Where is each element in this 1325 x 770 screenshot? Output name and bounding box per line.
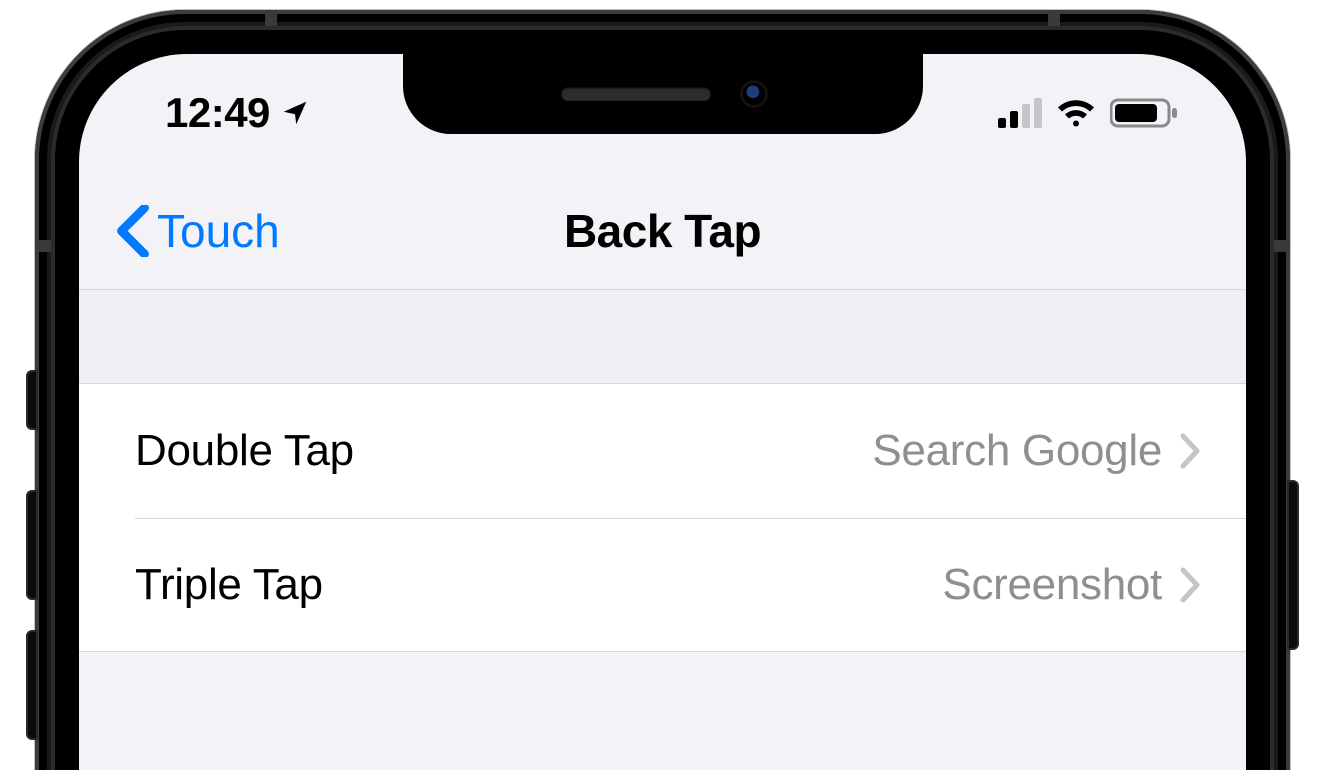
screen: 12:49 [79,54,1246,770]
section-gap [79,290,1246,384]
wifi-icon [1056,98,1096,128]
back-button-label: Touch [157,204,280,258]
volume-up-button [26,490,38,600]
front-camera [743,83,765,105]
page-title: Back Tap [564,204,761,258]
earpiece-speaker [561,87,711,101]
device-frame: 12:49 [35,10,1290,770]
row-triple-tap[interactable]: Triple Tap Screenshot [79,518,1246,652]
device-notch [403,54,923,134]
chevron-left-icon [115,205,151,257]
settings-list: Double Tap Search Google Triple Tap Scre… [79,384,1246,652]
chevron-right-icon [1180,433,1202,469]
navigation-bar: Touch Back Tap [79,172,1246,290]
back-button[interactable]: Touch [115,204,280,258]
cellular-signal-icon [998,98,1042,128]
status-time: 12:49 [165,89,270,137]
row-label: Double Tap [135,426,354,476]
row-double-tap[interactable]: Double Tap Search Google [79,384,1246,518]
mute-switch [26,370,38,430]
battery-icon [1110,97,1180,129]
location-arrow-icon [280,98,310,128]
volume-down-button [26,630,38,740]
side-button [1287,480,1299,650]
row-value: Screenshot [942,560,1162,610]
chevron-right-icon [1180,567,1202,603]
row-label: Triple Tap [135,560,323,610]
row-value: Search Google [872,426,1162,476]
